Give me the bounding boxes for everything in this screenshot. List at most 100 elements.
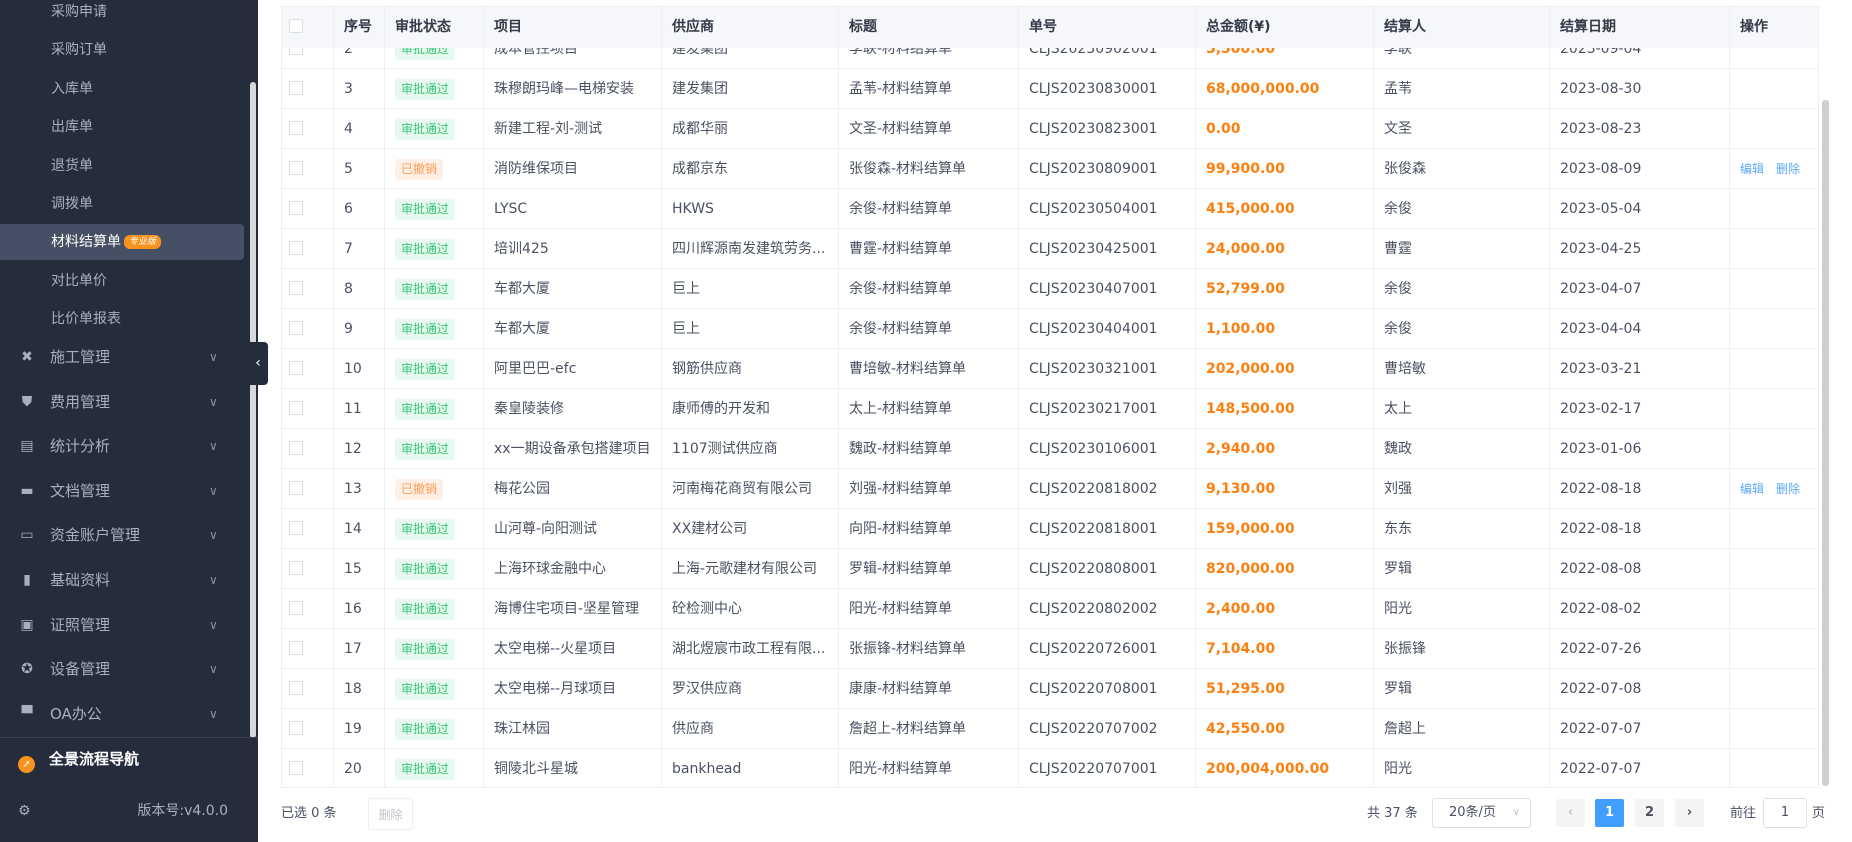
delete-link[interactable]: 删除	[1776, 482, 1800, 496]
actions-cell	[1730, 309, 1818, 349]
sidebar-item[interactable]: 入库单	[0, 71, 244, 107]
actions-cell	[1730, 109, 1818, 149]
table-row[interactable]: 17 审批通过 太空电梯--火星项目 湖北煜宸市政工程有限... 张振锋-材料结算单 CL…	[282, 629, 1818, 669]
title-value: 阳光-材料结算单	[849, 601, 953, 617]
sidebar-scrollbar[interactable]	[250, 82, 256, 738]
project-cell: 珠江林园	[484, 709, 662, 749]
column-header: 单号	[1019, 7, 1196, 48]
table-scrollbar[interactable]	[1822, 100, 1829, 786]
row-checkbox[interactable]	[289, 521, 303, 535]
row-checkbox[interactable]	[289, 361, 303, 375]
person-cell: 余俊	[1374, 309, 1550, 349]
table-row[interactable]: 19 审批通过 珠江林园 供应商 詹超上-材料结算单 CLJS20220707002 42,…	[282, 709, 1818, 749]
sidebar-group[interactable]: ▭ 资金账户管理 ∨	[0, 515, 244, 555]
table-row[interactable]: 18 审批通过 太空电梯--月球项目 罗汉供应商 康康-材料结算单 CLJS2022070…	[282, 669, 1818, 709]
table-row[interactable]: 5 已撤销 消防维保项目 成都京东 张俊森-材料结算单 CLJS20230809001 99…	[282, 149, 1818, 189]
sidebar-item[interactable]: 调拨单	[0, 186, 244, 222]
person-value: 罗辑	[1384, 681, 1412, 697]
goto-page-input[interactable]: 1	[1763, 798, 1807, 828]
table-row[interactable]: 12 审批通过 xx一期设备承包搭建项目 1107测试供应商 魏政-材料结算单 CLJS2…	[282, 429, 1818, 469]
settings-icon[interactable]: ⚙	[18, 803, 31, 819]
row-checkbox[interactable]	[289, 601, 303, 615]
table-row[interactable]: 9 审批通过 车都大厦 巨上 余俊-材料结算单 CLJS20230404001 1,100.…	[282, 309, 1818, 349]
no-cell: 10	[334, 349, 385, 389]
table-row[interactable]: 7 审批通过 培训425 四川辉源南发建筑劳务... 曹霆-材料结算单 CLJS20230…	[282, 229, 1818, 269]
status-cell: 审批通过	[385, 389, 484, 429]
row-checkbox[interactable]	[289, 401, 303, 415]
code-value: CLJS20230809001	[1029, 161, 1158, 177]
sidebar-item[interactable]: 退货单	[0, 148, 244, 184]
row-checkbox[interactable]	[289, 721, 303, 735]
table-row[interactable]: 14 审批通过 山河尊-向阳测试 XX建材公司 向阳-材料结算单 CLJS20220818…	[282, 509, 1818, 549]
sidebar-group[interactable]: ▮ 基础资料 ∨	[0, 560, 244, 600]
row-checkbox[interactable]	[289, 161, 303, 175]
next-page-button[interactable]: ›	[1675, 799, 1704, 827]
sidebar-item[interactable]: 对比单价	[0, 263, 244, 299]
table-row[interactable]: 4 审批通过 新建工程-刘-测试 成都华丽 文圣-材料结算单 CLJS2023082300…	[282, 109, 1818, 149]
page-2-button[interactable]: 2	[1635, 799, 1664, 827]
actions-cell	[1730, 389, 1818, 429]
table-row[interactable]: 16 审批通过 海博住宅项目-坚星管理 砼检测中心 阳光-材料结算单 CLJS202208…	[282, 589, 1818, 629]
code-value: CLJS20220708001	[1029, 681, 1158, 697]
table-row[interactable]: 15 审批通过 上海环球金融中心 上海-元歌建材有限公司 罗辑-材料结算单 CLJS202…	[282, 549, 1818, 589]
row-checkbox[interactable]	[289, 48, 303, 55]
row-checkbox[interactable]	[289, 281, 303, 295]
row-checkbox[interactable]	[289, 81, 303, 95]
sidebar-group[interactable]: ✪ 设备管理 ∨	[0, 649, 244, 689]
amount-value: 148,500.00	[1206, 401, 1295, 417]
person-value: 张俊森	[1384, 161, 1426, 177]
status-badge: 审批通过	[395, 79, 456, 100]
batch-delete-button[interactable]: 删除	[368, 798, 413, 830]
row-checkbox[interactable]	[289, 641, 303, 655]
row-checkbox[interactable]	[289, 561, 303, 575]
code-cell: CLJS20230504001	[1019, 189, 1196, 229]
person-cell: 詹超上	[1374, 709, 1550, 749]
sidebar-group[interactable]: ▀ OA办公 ∨	[0, 694, 244, 734]
date-cell: 2023-02-17	[1550, 389, 1730, 429]
table-row[interactable]: 6 审批通过 LYSC HKWS 余俊-材料结算单 CLJS20230504001 415,…	[282, 189, 1818, 229]
row-checkbox[interactable]	[289, 681, 303, 695]
amount-cell: 200,004,000.00	[1196, 749, 1374, 787]
sidebar-item[interactable]: 材料结算单 专业版	[0, 224, 244, 261]
delete-link[interactable]: 删除	[1776, 162, 1800, 176]
edit-link[interactable]: 编辑	[1740, 162, 1764, 176]
title-cell: 阳光-材料结算单	[839, 749, 1019, 787]
compass-icon: ➚	[18, 756, 35, 773]
row-checkbox[interactable]	[289, 321, 303, 335]
row-checkbox[interactable]	[289, 761, 303, 775]
date-cell: 2023-01-06	[1550, 429, 1730, 469]
date-cell: 2023-04-04	[1550, 309, 1730, 349]
status-cell: 审批通过	[385, 709, 484, 749]
row-checkbox[interactable]	[289, 481, 303, 495]
row-checkbox[interactable]	[289, 121, 303, 135]
sidebar-item[interactable]: 采购申请	[0, 0, 244, 30]
panorama-nav-link[interactable]: ➚ 全景流程导航	[18, 748, 139, 773]
edit-link[interactable]: 编辑	[1740, 482, 1764, 496]
table-row[interactable]: 20 审批通过 铜陵北斗星城 bankhead 阳光-材料结算单 CLJS20220707…	[282, 749, 1818, 787]
no-value: 5	[344, 161, 353, 177]
table-row[interactable]: 11 审批通过 秦皇陵装修 康师傅的开发和 太上-材料结算单 CLJS2023021700…	[282, 389, 1818, 429]
prev-page-button[interactable]: ‹	[1556, 799, 1585, 827]
sidebar-collapse-button[interactable]: ‹	[248, 342, 268, 385]
table-row[interactable]: 13 已撤销 梅花公园 河南梅花商贸有限公司 刘强-材料结算单 CLJS202208180…	[282, 469, 1818, 509]
table-row[interactable]: 3 审批通过 珠穆朗玛峰—电梯安装 建发集团 孟苇-材料结算单 CLJS202308300…	[282, 69, 1818, 109]
sidebar-group[interactable]: ▣ 证照管理 ∨	[0, 605, 244, 645]
person-cell: 阳光	[1374, 749, 1550, 787]
row-checkbox[interactable]	[289, 441, 303, 455]
sidebar-item[interactable]: 出库单	[0, 109, 244, 145]
table-row[interactable]: 8 审批通过 车都大厦 巨上 余俊-材料结算单 CLJS20230407001 52,799…	[282, 269, 1818, 309]
sidebar-item[interactable]: 采购订单	[0, 32, 244, 68]
sidebar-group[interactable]: ✖ 施工管理 ∨	[0, 337, 244, 377]
sidebar-item[interactable]: 比价单报表	[0, 301, 244, 337]
select-all-checkbox[interactable]	[289, 19, 303, 33]
sidebar-group[interactable]: ▤ 统计分析 ∨	[0, 426, 244, 466]
sidebar-group[interactable]: ▬ 文档管理 ∨	[0, 471, 244, 511]
row-checkbox[interactable]	[289, 201, 303, 215]
page-1-button[interactable]: 1	[1595, 799, 1624, 827]
sidebar-group[interactable]: ⛊ 费用管理 ∨	[0, 382, 244, 422]
row-checkbox[interactable]	[289, 241, 303, 255]
table-row[interactable]: 2 审批通过 成本管控项目 建发集团 李联-材料结算单 CLJS20230902001 5,…	[282, 48, 1818, 69]
page-size-select[interactable]: 20条/页 ∨	[1432, 798, 1531, 828]
table-row[interactable]: 10 审批通过 阿里巴巴-efc 钢筋供应商 曹培敏-材料结算单 CLJS20230321…	[282, 349, 1818, 389]
supplier-value: 上海-元歌建材有限公司	[672, 561, 818, 577]
